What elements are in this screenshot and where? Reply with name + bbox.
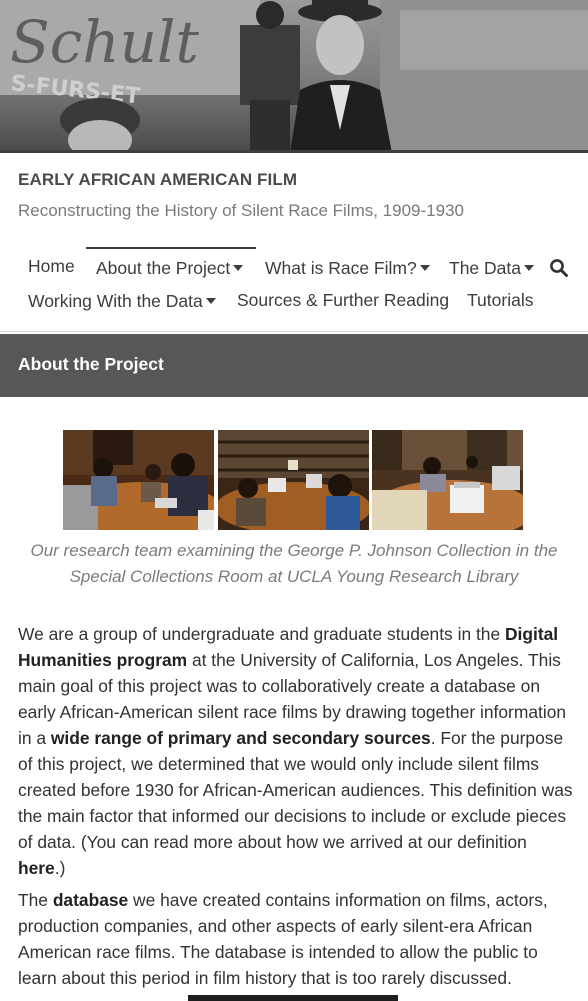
definition-link[interactable]: here xyxy=(18,858,55,878)
nav-item-label: About the Project xyxy=(96,258,231,278)
nav-item-label: The Data xyxy=(449,258,521,278)
page-title-band: About the Project xyxy=(0,334,588,397)
main-content: We are a group of undergraduate and grad… xyxy=(18,621,574,997)
nav-item-label: Working With the Data xyxy=(28,291,203,311)
nav-item-tutorials[interactable]: Tutorials xyxy=(467,290,533,311)
gallery-photo-3[interactable] xyxy=(372,430,523,530)
gallery-caption-line-2: Special Collections Room at UCLA Young R… xyxy=(69,567,519,586)
nav-item-sources-further-reading[interactable]: Sources & Further Reading xyxy=(237,290,449,311)
search-icon xyxy=(550,259,568,277)
hero-photo-graphic: Schult S-FURS-ET xyxy=(0,0,588,153)
photo-gallery xyxy=(63,430,523,530)
nav-item-home[interactable]: Home xyxy=(28,256,75,277)
gallery-caption: Our research team examining the George P… xyxy=(0,538,588,590)
nav-item-the-data[interactable]: The Data xyxy=(449,258,534,279)
caret-down-icon xyxy=(233,265,244,272)
database-paragraph: The database we have created contains in… xyxy=(18,887,574,991)
bold-text: database xyxy=(52,890,129,910)
nav-item-what-is-race-film[interactable]: What is Race Film? xyxy=(265,258,430,279)
text-span: .) xyxy=(54,858,66,878)
search-button[interactable] xyxy=(549,258,571,280)
nav-item-label: Sources & Further Reading xyxy=(237,290,450,310)
nav-item-label: Home xyxy=(28,256,75,276)
gallery-photo-2-graphic xyxy=(218,430,369,530)
gallery-photo-2[interactable] xyxy=(218,430,369,530)
nav-item-label: What is Race Film? xyxy=(265,258,417,278)
hero-photo: Schult S-FURS-ET xyxy=(0,0,588,153)
bottom-image-preview xyxy=(188,995,398,1001)
gallery-photo-1-graphic xyxy=(63,430,214,530)
nav-active-indicator xyxy=(86,247,256,249)
page-title: About the Project xyxy=(18,354,164,374)
gallery-caption-line-1: Our research team examining the George P… xyxy=(30,541,558,560)
caret-down-icon xyxy=(419,265,430,272)
nav-item-working-with-the-data[interactable]: Working With the Data xyxy=(28,291,216,312)
caret-down-icon xyxy=(205,298,216,305)
text-span: The xyxy=(18,890,53,910)
site-title[interactable]: EARLY AFRICAN AMERICAN FILM xyxy=(18,170,297,190)
gallery-photo-3-graphic xyxy=(372,430,523,530)
hero-sign-text: Schult xyxy=(10,8,199,76)
gallery-photo-1[interactable] xyxy=(63,430,214,530)
main-navigation: Home About the Project What is Race Film… xyxy=(0,240,588,330)
intro-paragraph: We are a group of undergraduate and grad… xyxy=(18,621,574,881)
bold-text: wide range of primary and secondary sour… xyxy=(50,728,431,748)
nav-item-about-the-project[interactable]: About the Project xyxy=(96,258,244,279)
nav-item-label: Tutorials xyxy=(467,290,534,310)
site-tagline: Reconstructing the History of Silent Rac… xyxy=(18,201,464,220)
text-span: We are a group of undergraduate and grad… xyxy=(18,624,505,644)
caret-down-icon xyxy=(523,265,534,272)
nav-divider xyxy=(0,331,588,332)
